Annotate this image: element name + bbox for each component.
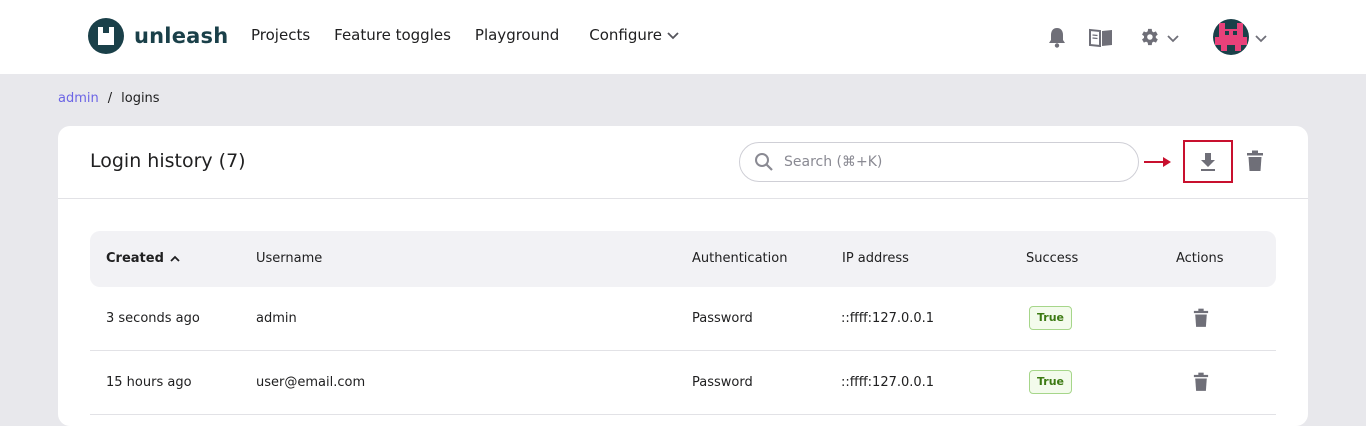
column-created[interactable]: Created: [106, 251, 181, 266]
nav-feature-toggles[interactable]: Feature toggles: [334, 26, 451, 44]
search-input[interactable]: Search (⌘+K): [739, 142, 1139, 182]
sort-ascending-icon: [170, 255, 180, 262]
page-title: Login history (7): [90, 150, 246, 172]
column-actions: Actions: [1176, 251, 1224, 266]
breadcrumb-admin-link[interactable]: admin: [58, 91, 99, 106]
cell-username: admin: [256, 311, 297, 326]
logo-icon: [88, 18, 124, 54]
cell-created: 3 seconds ago: [106, 311, 200, 326]
download-icon: [1201, 152, 1215, 171]
table-header: Created Username Authentication IP addre…: [90, 231, 1276, 287]
cell-ip-address: ::ffff:127.0.0.1: [841, 375, 935, 390]
avatar-pixel-icon: [1215, 23, 1247, 51]
search-icon: [755, 153, 773, 171]
bell-icon[interactable]: [1047, 27, 1067, 48]
unleash-logo[interactable]: unleash: [88, 18, 228, 54]
chevron-down-icon[interactable]: [1254, 31, 1268, 45]
delete-all-icon[interactable]: [1246, 150, 1264, 172]
nav-configure[interactable]: Configure: [589, 26, 680, 44]
brand-name: unleash: [134, 24, 229, 48]
cell-ip-address: ::ffff:127.0.0.1: [841, 311, 935, 326]
top-bar: unleash Projects Feature toggles Playgro…: [0, 0, 1366, 74]
nav-configure-label: Configure: [589, 26, 662, 44]
delete-icon[interactable]: [1193, 372, 1209, 392]
breadcrumb: admin / logins: [58, 91, 160, 106]
search-placeholder: Search (⌘+K): [784, 154, 883, 170]
nav-projects[interactable]: Projects: [251, 26, 310, 44]
avatar[interactable]: [1213, 19, 1249, 55]
column-username[interactable]: Username: [256, 251, 322, 266]
breadcrumb-current: logins: [121, 91, 160, 106]
nav-playground[interactable]: Playground: [475, 26, 559, 44]
login-history-card: Login history (7) Search (⌘+K) Created U…: [58, 126, 1308, 426]
cell-created: 15 hours ago: [106, 375, 192, 390]
status-badge: True: [1029, 306, 1073, 330]
login-table: Created Username Authentication IP addre…: [90, 231, 1276, 415]
status-badge: True: [1029, 370, 1073, 394]
main-nav: Projects Feature toggles Playground Conf…: [251, 26, 704, 44]
column-created-label: Created: [106, 251, 164, 266]
download-button[interactable]: [1183, 140, 1233, 183]
table-row: 3 seconds ago admin Password ::ffff:127.…: [90, 287, 1276, 351]
cell-authentication: Password: [692, 311, 753, 326]
column-success[interactable]: Success: [1026, 251, 1078, 266]
table-row: 15 hours ago user@email.com Password ::f…: [90, 351, 1276, 415]
card-header: Login history (7) Search (⌘+K): [58, 126, 1308, 199]
cell-authentication: Password: [692, 375, 753, 390]
column-ip-address[interactable]: IP address: [842, 251, 909, 266]
chevron-down-icon[interactable]: [1166, 31, 1180, 45]
arrow-right-icon: [1144, 157, 1171, 167]
book-icon[interactable]: [1089, 28, 1113, 47]
delete-icon[interactable]: [1193, 308, 1209, 328]
breadcrumb-separator: /: [107, 91, 113, 106]
column-authentication[interactable]: Authentication: [692, 251, 787, 266]
gear-icon[interactable]: [1138, 26, 1160, 48]
chevron-down-icon: [667, 32, 679, 40]
cell-username: user@email.com: [256, 375, 366, 390]
